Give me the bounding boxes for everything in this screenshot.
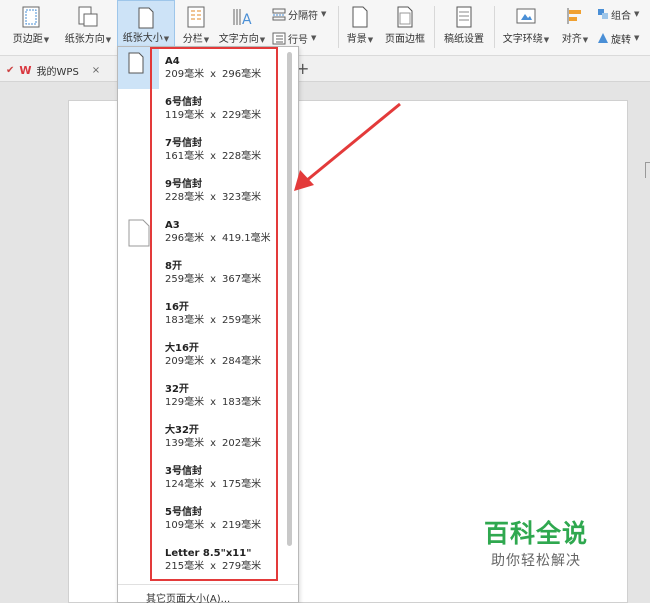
watermark-subtitle: 助你轻松解决 bbox=[491, 553, 581, 569]
red-arrow-annotation bbox=[294, 102, 401, 191]
watermark-title: 百科全说 bbox=[484, 519, 589, 548]
